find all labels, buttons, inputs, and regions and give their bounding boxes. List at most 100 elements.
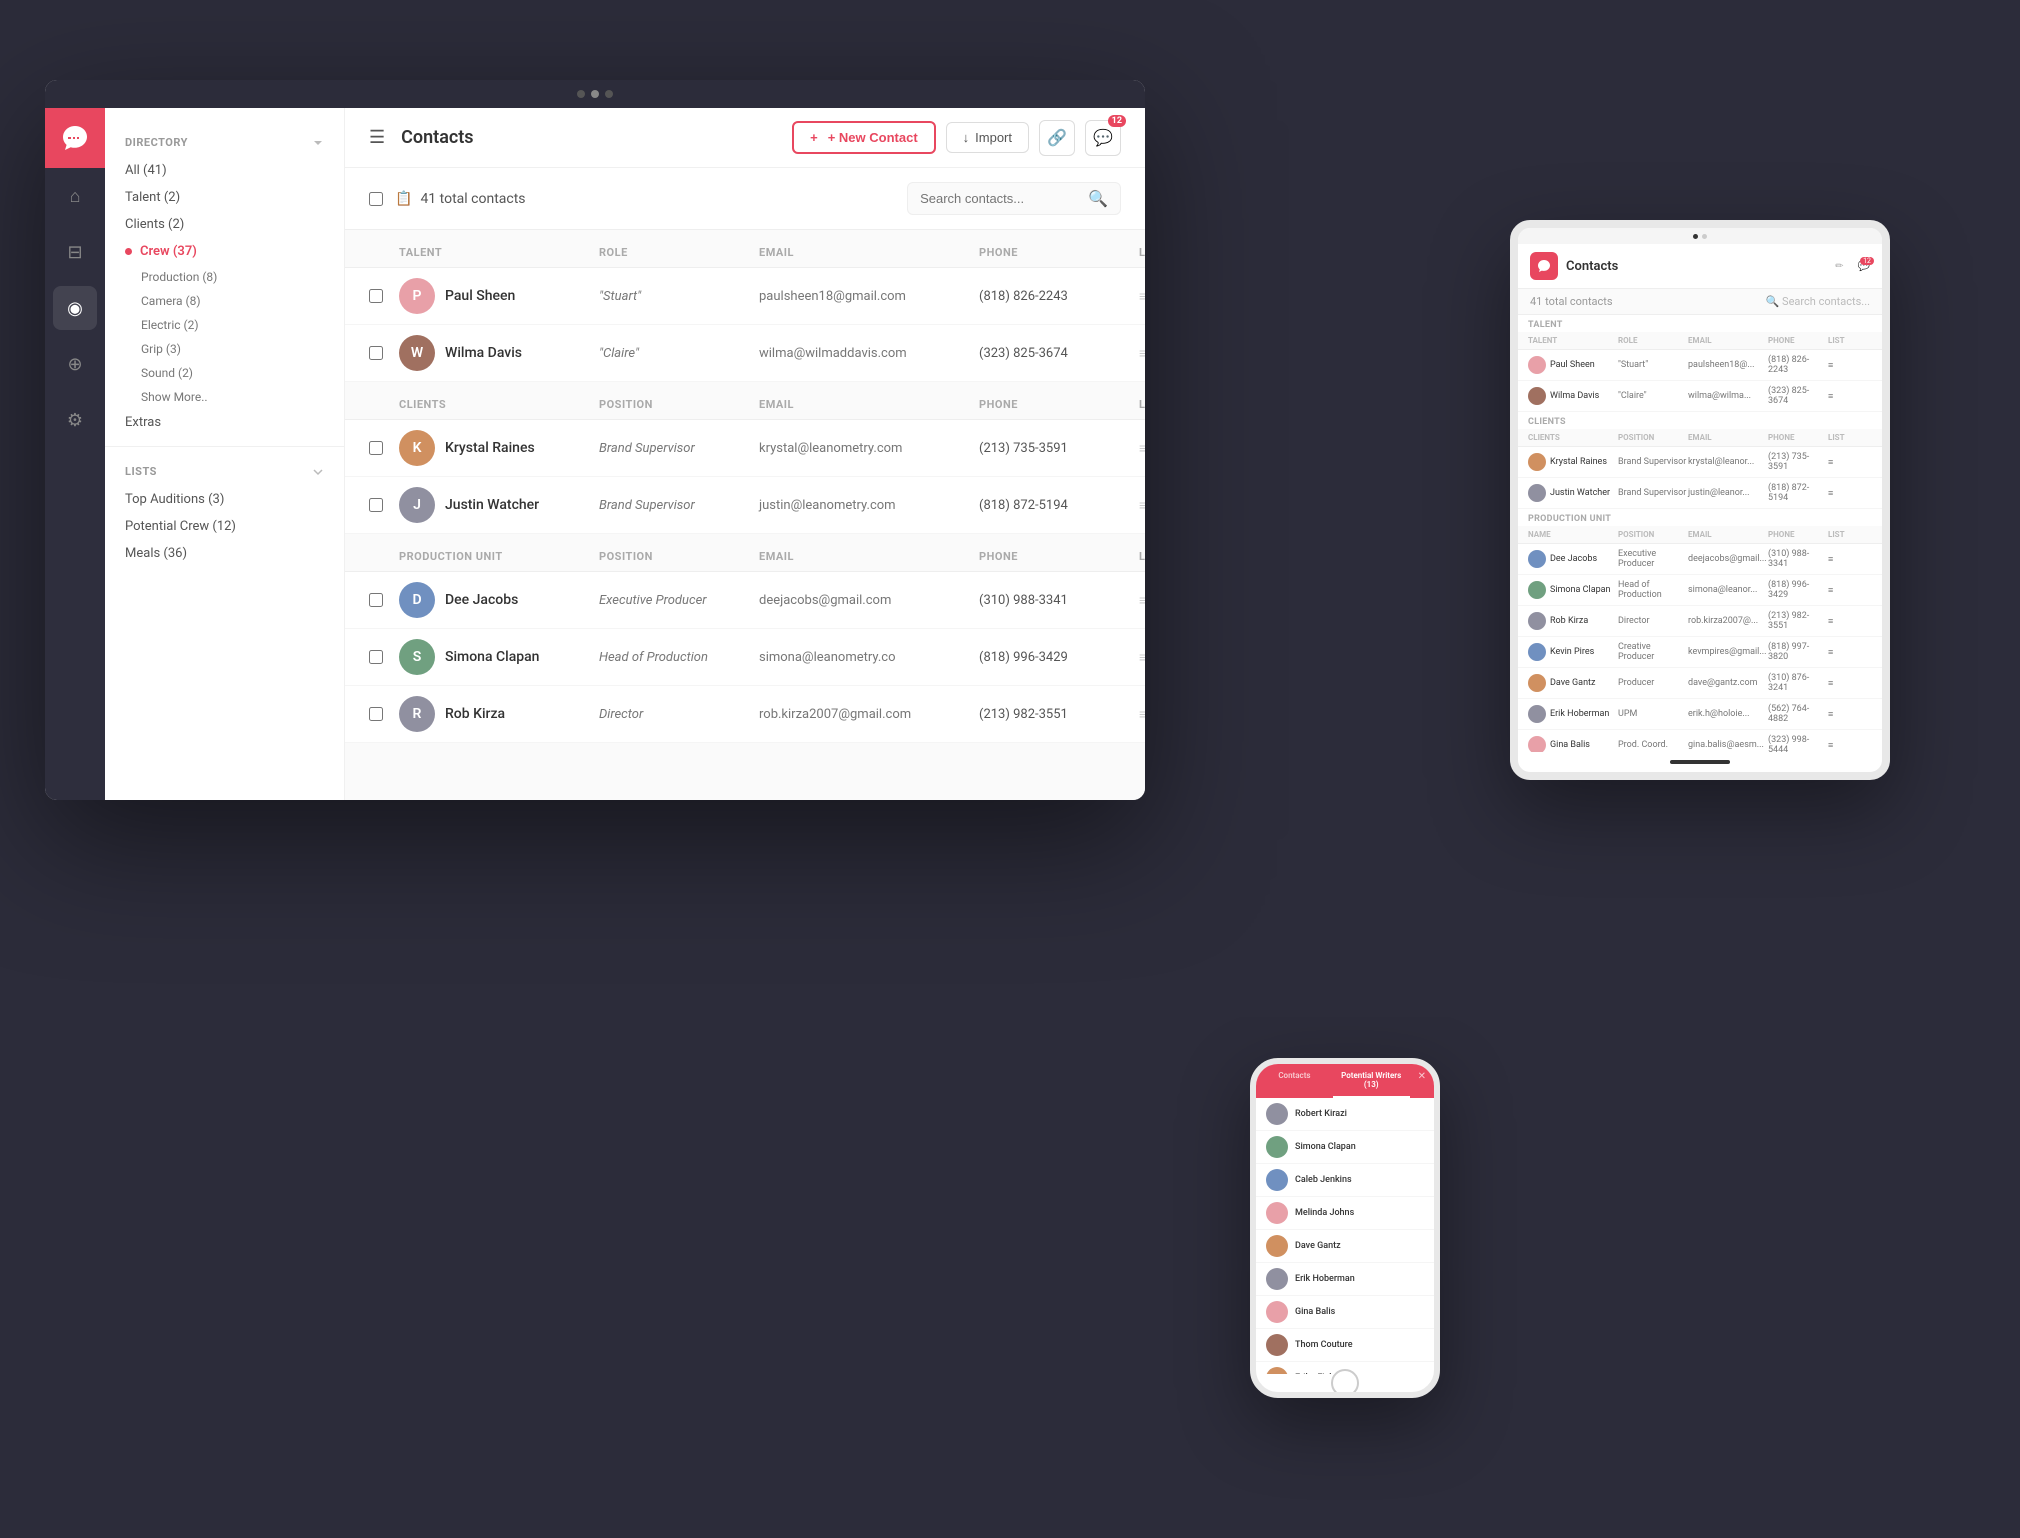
nav-group-icon[interactable]: ⊕ xyxy=(53,342,97,386)
phone-tab-contacts[interactable]: Contacts xyxy=(1256,1064,1333,1098)
row-checkbox[interactable] xyxy=(369,441,383,455)
list-icon[interactable]: ≡ xyxy=(1139,649,1145,666)
nav-briefcase-icon[interactable]: ⊟ xyxy=(53,230,97,274)
sidebar-item-show-more[interactable]: Show More.. xyxy=(105,385,344,409)
list-icon[interactable]: ≡ xyxy=(1139,440,1145,457)
sidebar: DIRECTORY All (41) Talent (2) Clients (2… xyxy=(105,108,345,800)
tablet-row[interactable]: Dee Jacobs Executive Producer deejacobs@… xyxy=(1518,544,1882,575)
phone-list-item-thom[interactable]: Thom Couture xyxy=(1256,1329,1434,1362)
tablet-row[interactable]: Simona Clapan Head of Production simona@… xyxy=(1518,575,1882,606)
sidebar-item-clients[interactable]: Clients (2) xyxy=(105,211,344,238)
phone-list-item[interactable]: Dave Gantz xyxy=(1256,1230,1434,1263)
client-row[interactable]: J Justin Watcher Brand Supervisor justin… xyxy=(345,477,1145,534)
tablet-row[interactable]: Rob Kirza Director rob.kirza2007@... (21… xyxy=(1518,606,1882,637)
talent-row[interactable]: P Paul Sheen "Stuart" paulsheen18@gmail.… xyxy=(345,268,1145,325)
tablet-row[interactable]: Krystal Raines Brand Supervisor krystal@… xyxy=(1518,447,1882,478)
phone-close-icon[interactable]: ✕ xyxy=(1410,1064,1434,1098)
name-cell: K Krystal Raines xyxy=(399,430,599,466)
sidebar-item-camera[interactable]: Camera (8) xyxy=(105,289,344,313)
tablet-talent-label: TALENT xyxy=(1518,315,1882,332)
tablet-row[interactable]: Justin Watcher Brand Supervisor justin@l… xyxy=(1518,478,1882,509)
row-checkbox[interactable] xyxy=(369,707,383,721)
phone-tab-writers[interactable]: Potential Writers (13) xyxy=(1333,1064,1410,1098)
sidebar-item-electric[interactable]: Electric (2) xyxy=(105,313,344,337)
search-input[interactable] xyxy=(920,191,1080,206)
tablet-row[interactable]: Gina Balis Prod. Coord. gina.balis@aesm.… xyxy=(1518,730,1882,752)
avatar xyxy=(1266,1169,1288,1191)
nav-contacts-icon[interactable]: ◉ xyxy=(53,286,97,330)
phone-list-item[interactable]: Caleb Jenkins xyxy=(1256,1164,1434,1197)
avatar: P xyxy=(399,278,435,314)
row-checkbox[interactable] xyxy=(369,650,383,664)
row-checkbox[interactable] xyxy=(369,593,383,607)
tablet-edit-icon[interactable]: ✏ xyxy=(1835,261,1843,272)
production-row[interactable]: R Rob Kirza Director rob.kirza2007@gmail… xyxy=(345,686,1145,743)
app-logo[interactable] xyxy=(45,108,105,168)
tablet-row[interactable]: Kevin Pires Creative Producer kevmpires@… xyxy=(1518,637,1882,668)
sidebar-item-grip[interactable]: Grip (3) xyxy=(105,337,344,361)
row-checkbox[interactable] xyxy=(369,346,383,360)
desktop-window: ⌂ ⊟ ◉ ⊕ ⚙ DIRECTORY All (41) Talent (2) … xyxy=(45,80,1145,800)
import-button[interactable]: ↓ Import xyxy=(946,122,1029,153)
row-actions: ≡ ⋮ xyxy=(1139,497,1145,514)
link-button[interactable]: 🔗 xyxy=(1039,120,1075,156)
tablet-prod-col-header: NAME POSITION EMAIL PHONE LIST xyxy=(1518,526,1882,544)
tablet-toolbar: 41 total contacts 🔍 Search contacts... xyxy=(1518,289,1882,315)
avatar: D xyxy=(399,582,435,618)
row-checkbox[interactable] xyxy=(369,289,383,303)
tablet-dot xyxy=(1702,234,1707,239)
list-icon[interactable]: ≡ xyxy=(1139,497,1145,514)
talent-row[interactable]: W Wilma Davis "Claire" wilma@wilmaddavis… xyxy=(345,325,1145,382)
row-actions: ≡ ⋮ xyxy=(1139,288,1145,305)
list-icon[interactable]: ≡ xyxy=(1139,345,1145,362)
tablet-dot xyxy=(1693,234,1698,239)
production-row[interactable]: D Dee Jacobs Executive Producer deejacob… xyxy=(345,572,1145,629)
tablet-notif-icon[interactable]: 💬12 xyxy=(1858,261,1870,272)
phone-home-bar xyxy=(1256,1374,1434,1392)
col-list: LIST xyxy=(1139,550,1145,563)
directory-section-header[interactable]: DIRECTORY xyxy=(105,128,344,157)
nav-home-icon[interactable]: ⌂ xyxy=(53,174,97,218)
phone-list-item[interactable]: Erik Hoberman xyxy=(1256,1263,1434,1296)
phone-list-item[interactable]: Simona Clapan xyxy=(1256,1131,1434,1164)
sidebar-item-production[interactable]: Production (8) xyxy=(105,265,344,289)
client-row[interactable]: K Krystal Raines Brand Supervisor krysta… xyxy=(345,420,1145,477)
tablet-search: 🔍 Search contacts... xyxy=(1766,295,1870,308)
tablet-row[interactable]: Paul Sheen "Stuart" paulsheen18@... (818… xyxy=(1518,350,1882,381)
tablet-col-header: TALENT ROLE EMAIL PHONE LIST xyxy=(1518,332,1882,350)
sidebar-item-top-auditions[interactable]: Top Auditions (3) xyxy=(105,486,344,513)
contacts-count: 📋 41 total contacts xyxy=(395,191,895,207)
notifications-button[interactable]: 💬 12 xyxy=(1085,120,1121,156)
list-icon[interactable]: ≡ xyxy=(1139,706,1145,723)
sidebar-item-extras[interactable]: Extras xyxy=(105,409,344,436)
avatar: J xyxy=(399,487,435,523)
phone-home-button[interactable] xyxy=(1331,1369,1359,1397)
sidebar-item-all[interactable]: All (41) xyxy=(105,157,344,184)
avatar xyxy=(1266,1334,1288,1356)
tablet-chat-icon xyxy=(1536,258,1552,274)
avatar: K xyxy=(399,430,435,466)
sidebar-item-talent[interactable]: Talent (2) xyxy=(105,184,344,211)
new-contact-button[interactable]: + + New Contact xyxy=(792,121,936,154)
sidebar-item-meals[interactable]: Meals (36) xyxy=(105,540,344,567)
col-list: LIST xyxy=(1139,246,1145,259)
phone-list-item[interactable]: Robert Kirazi xyxy=(1256,1098,1434,1131)
row-checkbox[interactable] xyxy=(369,498,383,512)
tablet-row[interactable]: Erik Hoberman UPM erik.h@holoie... (562)… xyxy=(1518,699,1882,730)
production-row[interactable]: S Simona Clapan Head of Production simon… xyxy=(345,629,1145,686)
sidebar-item-potential-crew[interactable]: Potential Crew (12) xyxy=(105,513,344,540)
sidebar-item-sound[interactable]: Sound (2) xyxy=(105,361,344,385)
phone-list-item[interactable]: Melinda Johns xyxy=(1256,1197,1434,1230)
list-icon[interactable]: ≡ xyxy=(1139,288,1145,305)
hamburger-icon[interactable]: ☰ xyxy=(369,127,385,148)
active-dot xyxy=(125,248,132,255)
sidebar-item-crew[interactable]: Crew (37) xyxy=(105,238,344,265)
tablet-row[interactable]: Wilma Davis "Claire" wilma@wilma... (323… xyxy=(1518,381,1882,412)
list-icon[interactable]: ≡ xyxy=(1139,592,1145,609)
select-all-checkbox[interactable] xyxy=(369,192,383,206)
phone-list-item[interactable]: Gina Balis xyxy=(1256,1296,1434,1329)
col-list: LIST xyxy=(1139,398,1145,411)
tablet-row[interactable]: Dave Gantz Producer dave@gantz.com (310)… xyxy=(1518,668,1882,699)
lists-section-header[interactable]: LISTS xyxy=(105,457,344,486)
nav-settings-icon[interactable]: ⚙ xyxy=(53,398,97,442)
